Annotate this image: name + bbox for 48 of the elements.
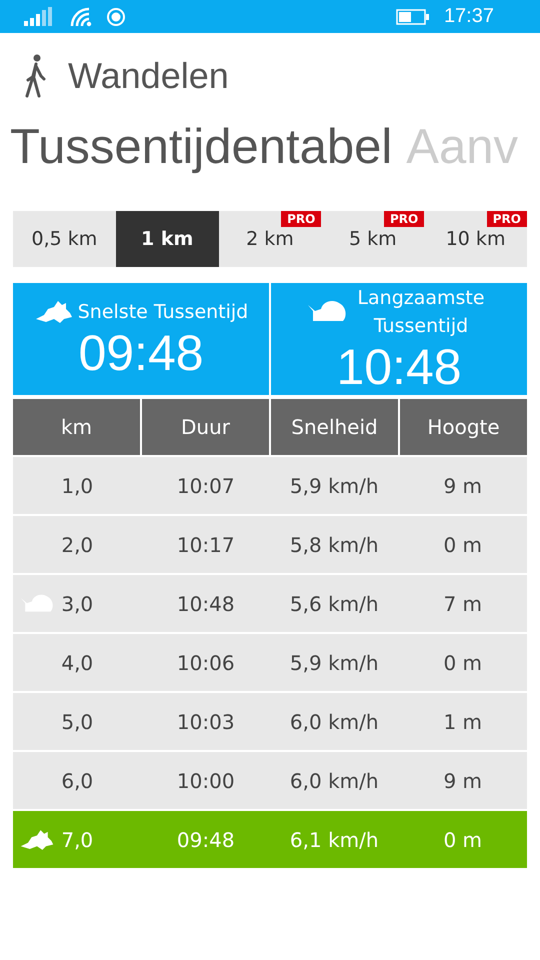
table-cell: 10:07 xyxy=(176,474,235,498)
summary-label: Langzaamste Tussentijd xyxy=(356,286,486,339)
wifi-icon xyxy=(70,6,92,26)
battery-icon xyxy=(396,8,430,24)
table-cell: 10:17 xyxy=(176,532,235,556)
column-header: Snelheid xyxy=(271,399,398,455)
app-title: Wandelen xyxy=(68,55,229,97)
pro-badge: PRO xyxy=(384,211,424,227)
location-icon xyxy=(106,6,126,26)
table-cell: 3,0 xyxy=(61,592,94,616)
table-cell: 4,0 xyxy=(61,650,94,674)
table-cell: 6,0 km/h xyxy=(290,710,379,734)
column-header: Duur xyxy=(142,399,269,455)
table-cell: 9 m xyxy=(443,768,482,792)
column-header: km xyxy=(13,399,140,455)
table-cell: 2,0 xyxy=(61,532,94,556)
distance-tab[interactable]: 0,5 km xyxy=(13,211,116,267)
table-cell: 5,0 xyxy=(61,710,94,734)
walking-person-icon xyxy=(24,54,48,98)
summary-time: 09:48 xyxy=(78,326,204,380)
table-cell: 0 m xyxy=(443,828,482,852)
table-cell: 1 m xyxy=(443,710,482,734)
table-cell: 5,6 km/h xyxy=(290,592,379,616)
table-cell: 9 m xyxy=(443,474,482,498)
table-cell: 6,1 km/h xyxy=(290,828,379,852)
table-cell: 1,0 xyxy=(61,474,94,498)
summary-time: 10:48 xyxy=(336,340,462,394)
table-cell: 09:48 xyxy=(176,828,235,852)
pro-badge: PRO xyxy=(281,211,322,227)
table-cell: 10:06 xyxy=(176,650,235,674)
table-cell: 7,0 xyxy=(61,828,94,852)
table-cell: 5,9 km/h xyxy=(290,474,379,498)
distance-tab[interactable]: 1 km xyxy=(116,211,219,267)
pivot-header[interactable]: Tussentijdentabel xyxy=(10,119,392,185)
table-cell: 7 m xyxy=(443,592,482,616)
table-cell: 0 m xyxy=(443,650,482,674)
pro-badge: PRO xyxy=(486,211,527,227)
table-cell: 6,0 xyxy=(61,768,94,792)
column-header: Hoogte xyxy=(400,399,527,455)
table-cell: 10:03 xyxy=(176,710,235,734)
summary-label: Snelste Tussentijd xyxy=(78,300,248,325)
table-cell: 5,8 km/h xyxy=(290,532,379,556)
clock-time: 17:37 xyxy=(444,5,494,28)
table-cell: 5,9 km/h xyxy=(290,650,379,674)
table-cell: 10:00 xyxy=(176,768,235,792)
table-cell: 6,0 km/h xyxy=(290,768,379,792)
table-cell: 10:48 xyxy=(176,592,235,616)
table-cell: 0 m xyxy=(443,532,482,556)
